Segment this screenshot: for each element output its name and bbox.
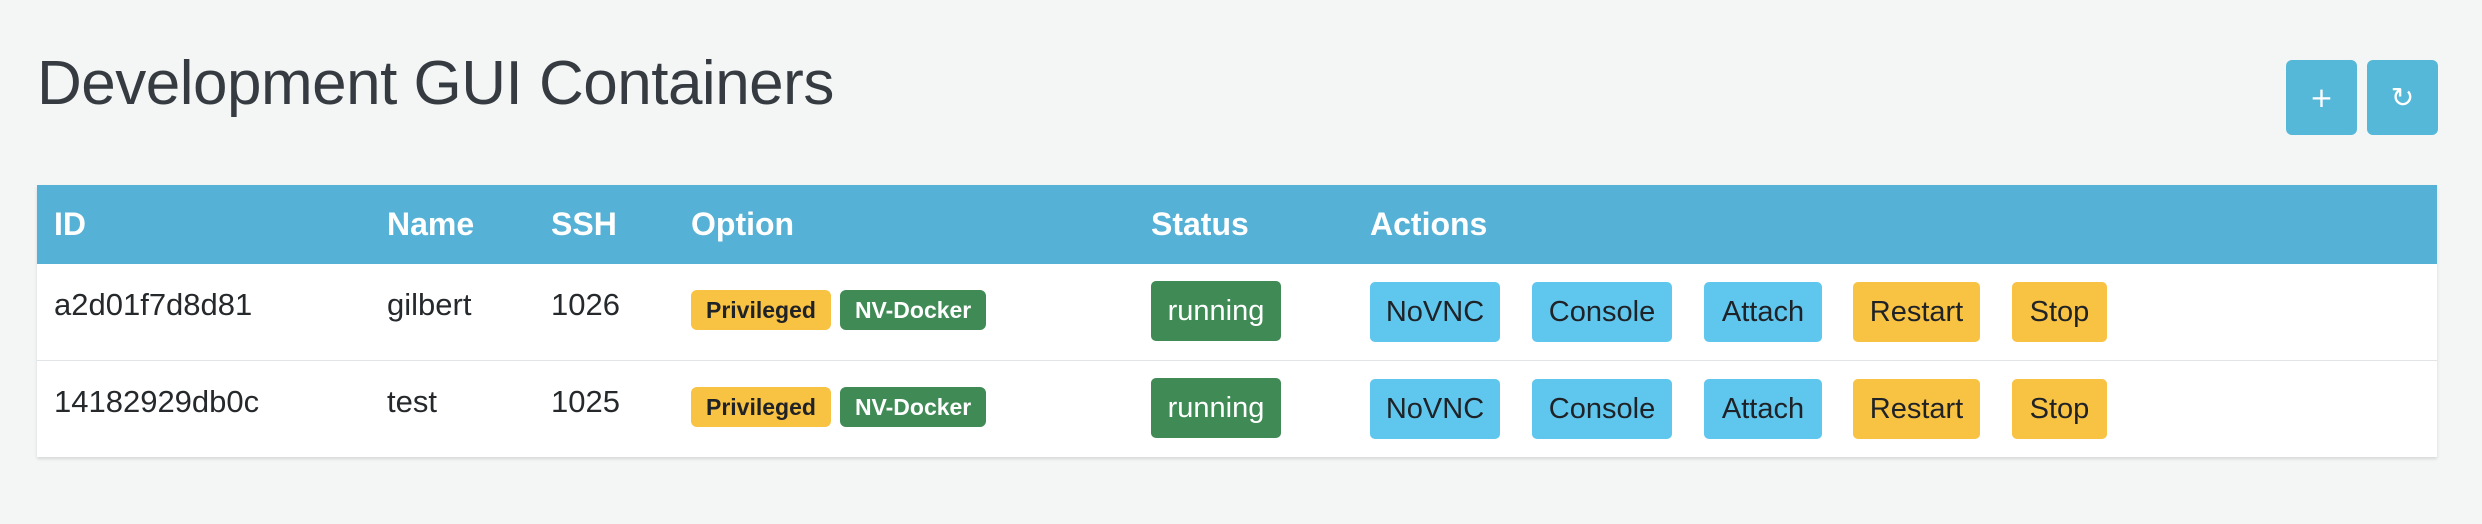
console-button[interactable]: Console — [1532, 282, 1672, 342]
table-row: 14182929db0c test 1025 Privileged NV-Doc… — [37, 361, 2437, 457]
ssh-port: 1025 — [551, 384, 620, 419]
container-name: gilbert — [387, 287, 472, 322]
container-id: a2d01f7d8d81 — [54, 287, 253, 322]
header-name: Name — [387, 206, 475, 242]
toolbar: + ↻ — [2286, 60, 2438, 135]
privileged-badge: Privileged — [691, 290, 831, 330]
restart-button[interactable]: Restart — [1853, 379, 1980, 439]
novnc-button[interactable]: NoVNC — [1370, 379, 1500, 439]
header-actions: Actions — [1370, 206, 1488, 242]
attach-button[interactable]: Attach — [1704, 282, 1822, 342]
stop-button[interactable]: Stop — [2012, 379, 2107, 439]
header-status: Status — [1151, 206, 1249, 242]
attach-button[interactable]: Attach — [1704, 379, 1822, 439]
novnc-button[interactable]: NoVNC — [1370, 282, 1500, 342]
table-row: a2d01f7d8d81 gilbert 1026 Privileged NV-… — [37, 264, 2437, 361]
nv-docker-badge: NV-Docker — [839, 290, 987, 330]
header-ssh: SSH — [551, 206, 617, 242]
header-id: ID — [54, 206, 86, 242]
containers-table: ID Name SSH Option Status Actions a2d01f… — [37, 185, 2437, 457]
container-id: 14182929db0c — [54, 384, 260, 419]
privileged-badge: Privileged — [691, 387, 831, 427]
page-title: Development GUI Containers — [37, 49, 834, 118]
option-badges: Privileged NV-Docker — [691, 387, 987, 427]
restart-button[interactable]: Restart — [1853, 282, 1980, 342]
status-badge: running — [1151, 281, 1281, 341]
nv-docker-badge: NV-Docker — [839, 387, 987, 427]
add-container-button[interactable]: + — [2286, 60, 2357, 135]
refresh-button[interactable]: ↻ — [2367, 60, 2438, 135]
stop-button[interactable]: Stop — [2012, 282, 2107, 342]
status-badge: running — [1151, 378, 1281, 438]
option-badges: Privileged NV-Docker — [691, 290, 987, 330]
container-name: test — [387, 384, 437, 419]
table-header: ID Name SSH Option Status Actions — [37, 185, 2437, 264]
ssh-port: 1026 — [551, 287, 620, 322]
header-option: Option — [691, 206, 795, 242]
console-button[interactable]: Console — [1532, 379, 1672, 439]
